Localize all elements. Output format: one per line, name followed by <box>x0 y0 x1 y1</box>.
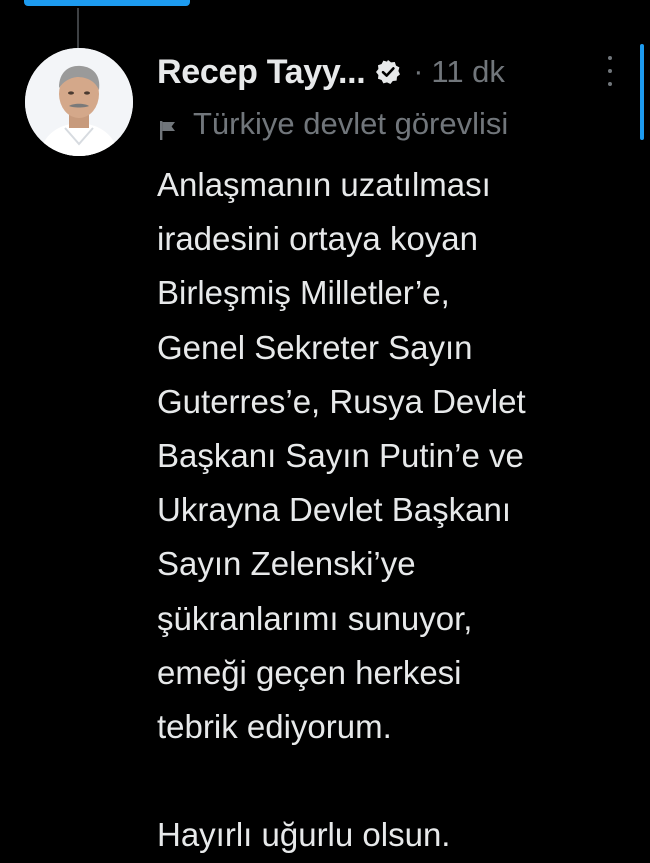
verified-badge-icon <box>375 59 401 85</box>
author-name[interactable]: Recep Tayy... <box>157 53 366 92</box>
scrollbar[interactable] <box>640 44 644 140</box>
affiliation-label[interactable]: Türkiye devlet görevlisi <box>157 104 508 144</box>
separator-dot: · <box>413 55 424 88</box>
affiliation-text: Türkiye devlet görevlisi <box>193 106 509 141</box>
flag-icon <box>157 113 179 140</box>
timestamp[interactable]: 11 dk <box>431 54 505 90</box>
tweet-body: Anlaşmanın uzatılması iradesini ortaya k… <box>157 166 526 854</box>
avatar-portrait <box>25 48 133 156</box>
tab-indicator <box>24 0 190 6</box>
tweet-header: Recep Tayy... · 11 dk <box>157 50 505 94</box>
more-options-icon[interactable] <box>603 56 617 86</box>
avatar[interactable] <box>25 48 133 156</box>
thread-connector-line <box>77 8 79 48</box>
